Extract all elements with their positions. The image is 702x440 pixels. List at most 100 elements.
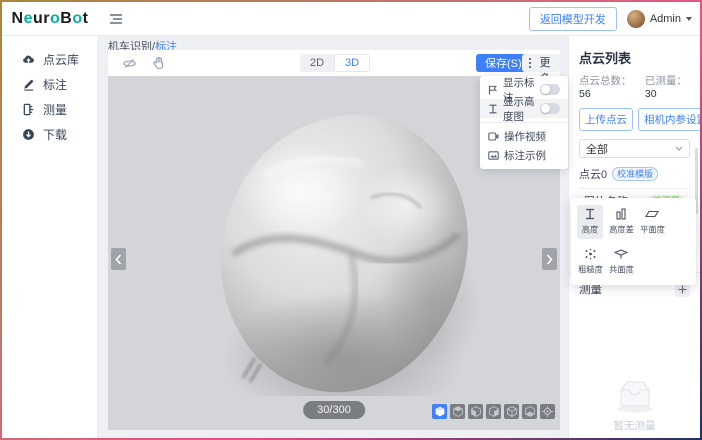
sidebar-item-label: 标注 — [43, 76, 67, 93]
view-default-button[interactable] — [432, 404, 447, 419]
sidebar-item-annotate[interactable]: 标注 — [2, 77, 97, 92]
cube-top-icon — [453, 406, 463, 417]
chevron-right-icon — [546, 254, 553, 265]
user-menu[interactable]: Admin — [627, 10, 692, 28]
tool-label: 平面度 — [640, 224, 665, 236]
menu-item-tutorial-video[interactable]: 操作视频 — [480, 127, 568, 146]
tool-height-diff[interactable]: 高度差 — [608, 205, 634, 239]
tool-height[interactable]: 高度 — [577, 205, 603, 239]
filter-value: 全部 — [586, 141, 608, 157]
point-cloud-library-icon — [22, 53, 35, 66]
stat-total: 点云总数：56 — [579, 73, 633, 100]
header: NeuroBot 返回模型开发 Admin — [2, 2, 700, 36]
stat-value: 30 — [645, 88, 657, 100]
view-bottom-button[interactable] — [522, 404, 537, 419]
chevron-left-icon — [115, 254, 122, 265]
tool-label: 高度 — [582, 224, 599, 236]
stat-label: 点云总数： — [579, 75, 632, 87]
show-annotations-toggle[interactable] — [540, 84, 560, 95]
cube-front-icon — [471, 406, 481, 417]
camera-intrinsics-button[interactable]: 相机内参设置 — [638, 108, 700, 131]
tool-roughness[interactable]: 粗糙度 — [577, 245, 603, 279]
panel-buttons: 上传点云 相机内参设置 — [579, 108, 690, 131]
video-icon — [488, 132, 499, 141]
menu-item-annotation-example[interactable]: 标注示例 — [480, 146, 568, 165]
sidebar-item-label: 测量 — [43, 101, 67, 118]
download-icon — [22, 128, 35, 141]
view-mode-3d[interactable]: 3D — [334, 54, 370, 72]
tool-label: 粗糙度 — [578, 264, 603, 276]
cube-side-icon — [489, 406, 499, 417]
sidebar-item-label: 下载 — [43, 126, 67, 143]
sidebar-item-download[interactable]: 下载 — [2, 127, 97, 142]
height-tool-icon — [584, 208, 596, 220]
more-button[interactable]: 更多 — [522, 54, 560, 72]
stat-value: 56 — [579, 88, 591, 100]
stat-measured: 已测量：30 — [645, 73, 690, 100]
prev-image-button[interactable] — [111, 248, 126, 270]
plus-icon — [678, 285, 687, 294]
image-example-icon — [488, 151, 499, 160]
rotate-move-icon[interactable] — [120, 54, 138, 72]
header-right: 返回模型开发 Admin — [529, 2, 692, 36]
show-heightmap-toggle[interactable] — [540, 103, 560, 114]
roughness-tool-icon — [584, 248, 597, 260]
pan-hand-icon[interactable] — [150, 54, 168, 72]
template-row[interactable]: 点云0 校准模版 — [579, 166, 690, 189]
cube-back-icon — [507, 406, 517, 417]
template-name: 点云0 — [579, 166, 607, 182]
view-cube-buttons — [432, 404, 555, 419]
view-top-button[interactable] — [450, 404, 465, 419]
measure-tools-popup: 高度 高度差 平面度 粗糙度 共面度 — [571, 198, 696, 285]
sidebar: 点云库 标注 测量 下载 — [2, 36, 98, 438]
tool-coplanarity[interactable]: 共面度 — [608, 245, 634, 279]
reset-view-button[interactable] — [540, 404, 555, 419]
back-to-model-dev-button[interactable]: 返回模型开发 — [529, 7, 617, 31]
more-dropdown-menu: 显示标注 显示高度图 操作视频 标注示例 — [480, 76, 568, 169]
user-name: Admin — [650, 13, 681, 25]
logo-text: t — [83, 10, 89, 28]
flag-icon — [488, 85, 498, 95]
canvas-toolbar: 2D 3D 保存(S) 更多 — [108, 50, 560, 76]
collapse-sidebar-icon[interactable] — [108, 11, 124, 27]
empty-state-text: 暂无测量 — [614, 418, 656, 433]
menu-item-show-heightmap[interactable]: 显示高度图 — [480, 99, 568, 118]
next-image-button[interactable] — [542, 248, 557, 270]
logo: NeuroBot — [2, 2, 98, 36]
logo-text: o — [72, 10, 82, 28]
annotate-icon — [22, 78, 35, 91]
sidebar-item-measure[interactable]: 测量 — [2, 102, 97, 117]
panel-stats: 点云总数：56 已测量：30 — [579, 73, 690, 100]
template-badge: 校准模版 — [612, 167, 658, 181]
logo-text: o — [50, 10, 60, 28]
view-mode-2d[interactable]: 2D — [300, 54, 334, 72]
logo-text: B — [60, 10, 72, 28]
pointcloud-panel: 点云列表 点云总数：56 已测量：30 上传点云 相机内参设置 全部 点云0 校… — [568, 36, 700, 438]
view-side-button[interactable] — [486, 404, 501, 419]
tool-label: 共面度 — [609, 264, 634, 276]
measure-icon — [22, 103, 35, 116]
sidebar-item-pointcloud-library[interactable]: 点云库 — [2, 52, 97, 67]
caret-down-icon — [686, 17, 692, 21]
chevron-down-icon — [675, 146, 683, 151]
crosshair-icon — [542, 406, 553, 417]
menu-item-label: 操作视频 — [504, 129, 560, 144]
empty-box-icon — [611, 378, 659, 414]
height-diff-tool-icon — [615, 208, 627, 220]
menu-item-label: 显示高度图 — [503, 94, 535, 124]
screenshot-frame: NeuroBot 返回模型开发 Admin 点云库 标注 测量 — [0, 0, 702, 440]
tool-flatness[interactable]: 平面度 — [639, 205, 665, 239]
cube-icon — [435, 406, 445, 417]
view-back-button[interactable] — [504, 404, 519, 419]
menu-item-label: 标注示例 — [504, 148, 560, 163]
stat-label: 已测量： — [645, 75, 687, 87]
tooth-model — [203, 106, 483, 396]
view-front-button[interactable] — [468, 404, 483, 419]
view-mode-toggle: 2D 3D — [300, 54, 370, 72]
upload-pointcloud-button[interactable]: 上传点云 — [579, 108, 633, 131]
tool-label: 高度差 — [609, 224, 634, 236]
filter-select[interactable]: 全部 — [579, 139, 690, 158]
height-ibeam-icon — [488, 104, 498, 114]
empty-state: 暂无测量 — [569, 378, 700, 433]
avatar — [627, 10, 645, 28]
